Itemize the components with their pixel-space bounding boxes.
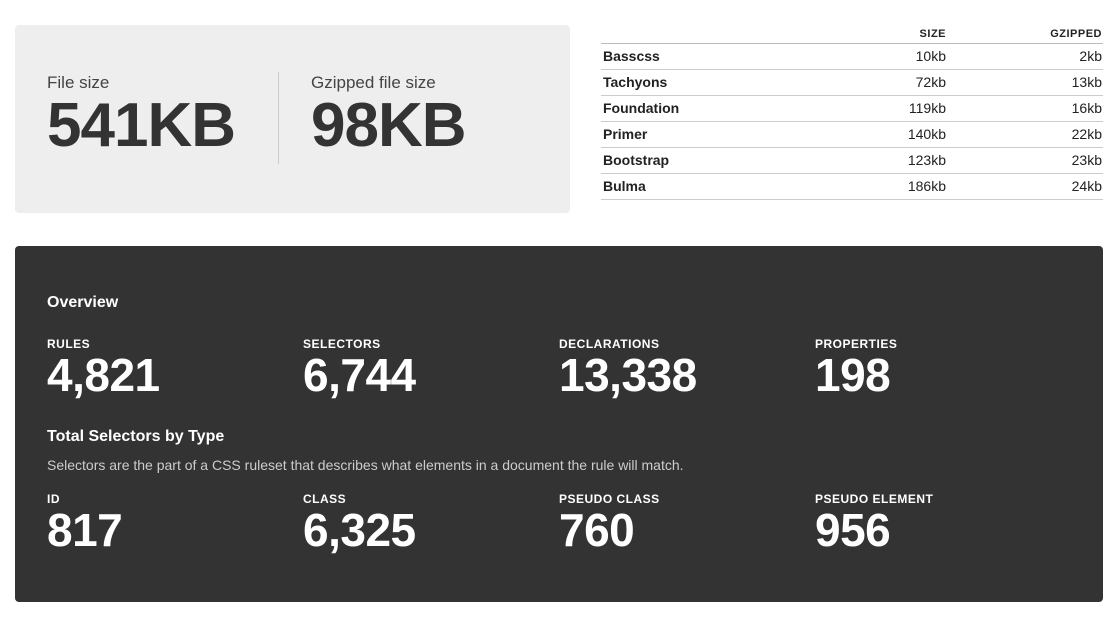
framework-size: 72kb: [841, 69, 947, 96]
gzipped-size-block: Gzipped file size 98KB: [311, 73, 467, 160]
framework-comparison-table: SIZE GZIPPED Basscss 10kb 2kb Tachyons 7…: [601, 26, 1103, 200]
stat-declarations: DECLARATIONS 13,338: [559, 337, 697, 398]
file-size-block: File size 541KB: [47, 73, 236, 160]
filesize-card: File size 541KB Gzipped file size 98KB: [15, 25, 570, 213]
framework-gzipped: 23kb: [947, 147, 1103, 174]
stat-value: 6,325: [303, 504, 416, 556]
header-size: SIZE: [841, 26, 947, 44]
framework-size: 140kb: [841, 121, 947, 148]
framework-name: Tachyons: [601, 69, 841, 96]
framework-gzipped: 16kb: [947, 95, 1103, 122]
framework-name: Basscss: [601, 43, 841, 70]
framework-name: Bootstrap: [601, 147, 841, 174]
file-size-value: 541KB: [47, 91, 236, 160]
stat-properties: PROPERTIES 198: [815, 337, 897, 398]
framework-size: 123kb: [841, 147, 947, 174]
selectors-by-type-description: Selectors are the part of a CSS ruleset …: [47, 457, 684, 473]
stat-value: 956: [815, 504, 891, 556]
stat-pseudo-element: PSEUDO ELEMENT 956: [815, 492, 933, 553]
stat-pseudo-class: PSEUDO CLASS 760: [559, 492, 660, 553]
stat-value: 817: [47, 504, 123, 556]
framework-gzipped: 24kb: [947, 173, 1103, 200]
gzipped-size-value: 98KB: [311, 91, 467, 160]
framework-name: Bulma: [601, 173, 841, 200]
stat-value: 760: [559, 504, 635, 556]
framework-gzipped: 2kb: [947, 43, 1103, 70]
table-header-row: SIZE GZIPPED: [601, 26, 1103, 44]
stat-value: 4,821: [47, 349, 160, 401]
header-gzipped: GZIPPED: [947, 26, 1103, 44]
framework-size: 10kb: [841, 43, 947, 70]
stat-id: ID 817: [47, 492, 123, 556]
stat-rules: RULES 4,821: [47, 337, 160, 398]
framework-gzipped: 13kb: [947, 69, 1103, 96]
table-row: Bulma 186kb 24kb: [601, 173, 1103, 200]
table-row: Tachyons 72kb 13kb: [601, 69, 1103, 96]
stat-value: 6,744: [303, 349, 416, 401]
filesize-divider: [278, 72, 279, 164]
table-row: Basscss 10kb 2kb: [601, 43, 1103, 70]
framework-gzipped: 22kb: [947, 121, 1103, 148]
table-row: Primer 140kb 22kb: [601, 121, 1103, 148]
overview-heading: Overview: [47, 294, 119, 311]
framework-name: Foundation: [601, 95, 841, 122]
framework-size: 119kb: [841, 95, 947, 122]
stat-selectors: SELECTORS 6,744: [303, 337, 416, 398]
stat-value: 13,338: [559, 349, 697, 401]
stat-class: CLASS 6,325: [303, 492, 416, 553]
framework-name: Primer: [601, 121, 841, 148]
overview-panel: Overview RULES 4,821 SELECTORS 6,744 DEC…: [15, 246, 1103, 602]
gzipped-size-label: Gzipped file size: [311, 73, 436, 92]
file-size-label: File size: [47, 73, 110, 92]
table-row: Foundation 119kb 16kb: [601, 95, 1103, 122]
stat-value: 198: [815, 349, 891, 401]
selectors-by-type-heading: Total Selectors by Type: [47, 428, 225, 445]
table-row: Bootstrap 123kb 23kb: [601, 147, 1103, 174]
header-name: [601, 26, 841, 44]
framework-size: 186kb: [841, 173, 947, 200]
